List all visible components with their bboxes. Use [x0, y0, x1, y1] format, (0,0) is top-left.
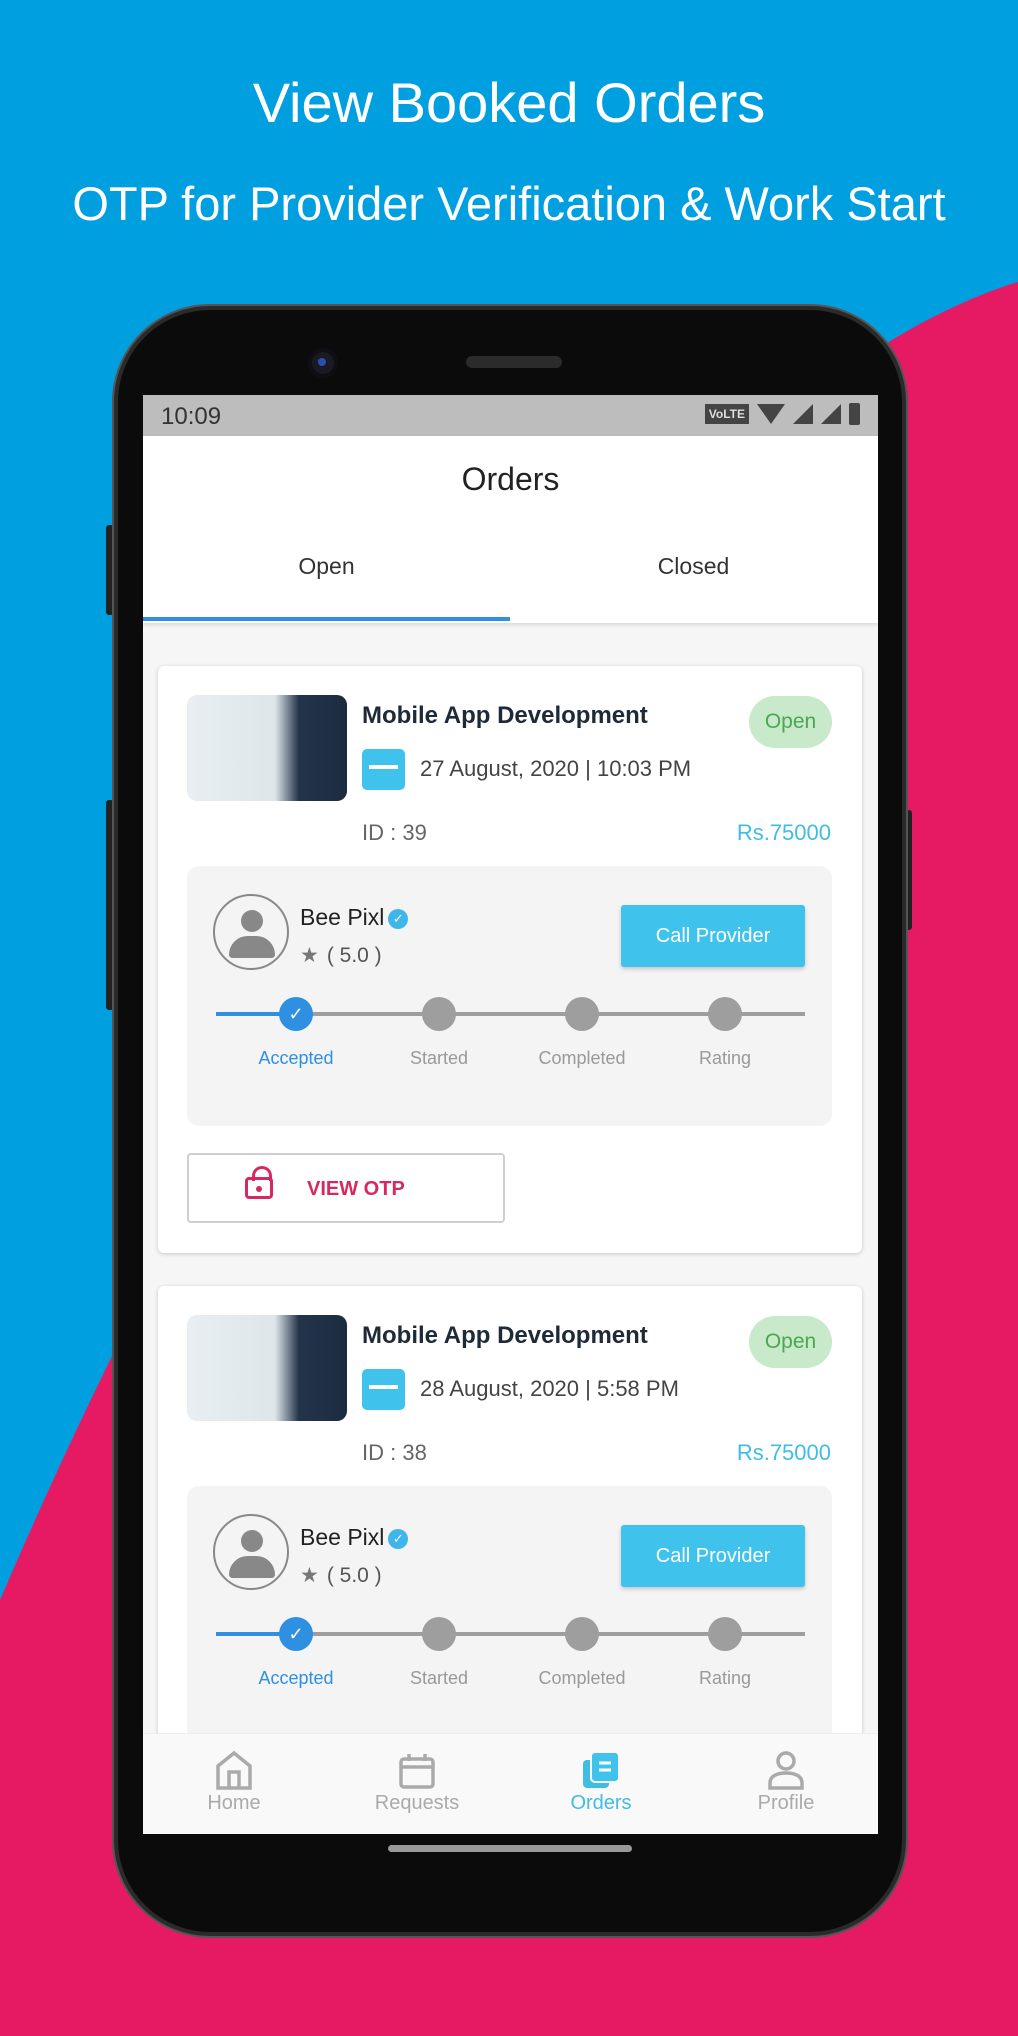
signal-icon: [793, 404, 813, 424]
avatar: [213, 1514, 289, 1590]
step-label: Completed: [538, 1668, 626, 1688]
app-header: Orders Open Closed: [143, 436, 878, 623]
battery-icon: [849, 403, 860, 425]
screen: 10:09 VoLTE Orders Open Closed Mobile Ap…: [143, 395, 878, 1834]
step-done-check-icon: ✓: [279, 997, 313, 1031]
provider-rating: ★( 5.0 ): [300, 1564, 382, 1587]
status-badge: Open: [749, 1316, 832, 1368]
step-pending-dot: [708, 997, 742, 1031]
headline: View Booked Orders: [252, 71, 766, 134]
order-id: ID : 39: [362, 820, 427, 845]
call-provider-button[interactable]: Call Provider: [621, 905, 805, 967]
volume-button: [106, 525, 114, 615]
star-icon: ★: [300, 944, 319, 967]
order-title: Mobile App Development: [362, 1322, 648, 1349]
lock-icon: [245, 1166, 273, 1199]
order-price: Rs.75000: [736, 820, 831, 845]
step-label: Started: [409, 1048, 469, 1068]
nav-label: Home: [207, 1792, 261, 1814]
order-date: 27 August, 2020 | 10:03 PM: [420, 756, 692, 781]
tab-open[interactable]: Open: [143, 553, 510, 580]
step-label: Completed: [538, 1048, 626, 1068]
view-otp-label: VIEW OTP: [307, 1178, 405, 1200]
provider-name: Bee Pixl ✓: [300, 904, 409, 931]
step-label: Rating: [698, 1048, 752, 1068]
star-icon: ★: [300, 1564, 319, 1587]
nav-profile[interactable]: Profile: [716, 1748, 856, 1815]
nav-requests[interactable]: Requests: [347, 1748, 487, 1815]
speaker: [466, 356, 562, 368]
profile-icon: [768, 1751, 804, 1790]
order-card[interactable]: Mobile App Development 27 August, 2020 |…: [158, 666, 862, 1253]
status-bar: 10:09 VoLTE: [143, 395, 878, 436]
order-price: Rs.75000: [736, 1440, 831, 1465]
call-provider-button[interactable]: Call Provider: [621, 1525, 805, 1587]
step-label: Accepted: [258, 1668, 334, 1688]
order-title: Mobile App Development: [362, 702, 648, 729]
wifi-icon: [757, 404, 785, 424]
view-otp-button[interactable]: VIEW OTP: [187, 1153, 505, 1223]
nav-label: Orders: [570, 1792, 632, 1814]
provider-name: Bee Pixl ✓: [300, 1524, 409, 1551]
service-image: [187, 695, 347, 801]
calendar-icon: [399, 1754, 435, 1789]
step-label: Accepted: [258, 1048, 334, 1068]
step-label: Rating: [698, 1668, 752, 1688]
signal-icon: [821, 404, 841, 424]
nav-home[interactable]: Home: [164, 1748, 304, 1815]
page-title: Orders: [461, 461, 560, 497]
step-pending-dot: [422, 997, 456, 1031]
status-time: 10:09: [161, 403, 222, 430]
subheadline: OTP for Provider Verification & Work Sta…: [72, 177, 946, 230]
provider-panel: Bee Pixl ✓ ★( 5.0 ) Call Provider ✓ Accept…: [187, 1486, 832, 1746]
camera: [308, 348, 338, 378]
order-date: 28 August, 2020 | 5:58 PM: [420, 1376, 679, 1401]
status-badge: Open: [749, 696, 832, 748]
step-pending-dot: [708, 1617, 742, 1651]
avatar: [213, 894, 289, 970]
verified-icon: ✓: [388, 908, 409, 929]
provider-rating: ★( 5.0 ): [300, 944, 382, 967]
home-indicator[interactable]: [388, 1845, 632, 1852]
step-label: Started: [409, 1668, 469, 1688]
volume-button: [106, 800, 114, 1010]
tab-closed[interactable]: Closed: [510, 553, 877, 580]
verified-icon: ✓: [388, 1528, 409, 1549]
nav-label: Requests: [374, 1792, 460, 1814]
order-id: ID : 38: [362, 1440, 427, 1465]
home-icon: [216, 1750, 252, 1790]
calendar-icon: [362, 749, 405, 790]
tab-indicator: [143, 617, 510, 621]
calendar-icon: [362, 1369, 405, 1410]
service-image: [187, 1315, 347, 1421]
step-done-check-icon: ✓: [279, 1617, 313, 1651]
step-pending-dot: [565, 997, 599, 1031]
volte-icon: VoLTE: [704, 404, 749, 424]
nav-label: Profile: [757, 1792, 815, 1814]
step-pending-dot: [422, 1617, 456, 1651]
provider-panel: Bee Pixl ✓ ★( 5.0 ) Call Provider ✓ Accept…: [187, 866, 832, 1126]
bottom-nav: Home Requests Orders Profile: [143, 1733, 878, 1834]
step-pending-dot: [565, 1617, 599, 1651]
nav-orders[interactable]: Orders: [531, 1748, 671, 1815]
orders-icon: [583, 1751, 620, 1788]
